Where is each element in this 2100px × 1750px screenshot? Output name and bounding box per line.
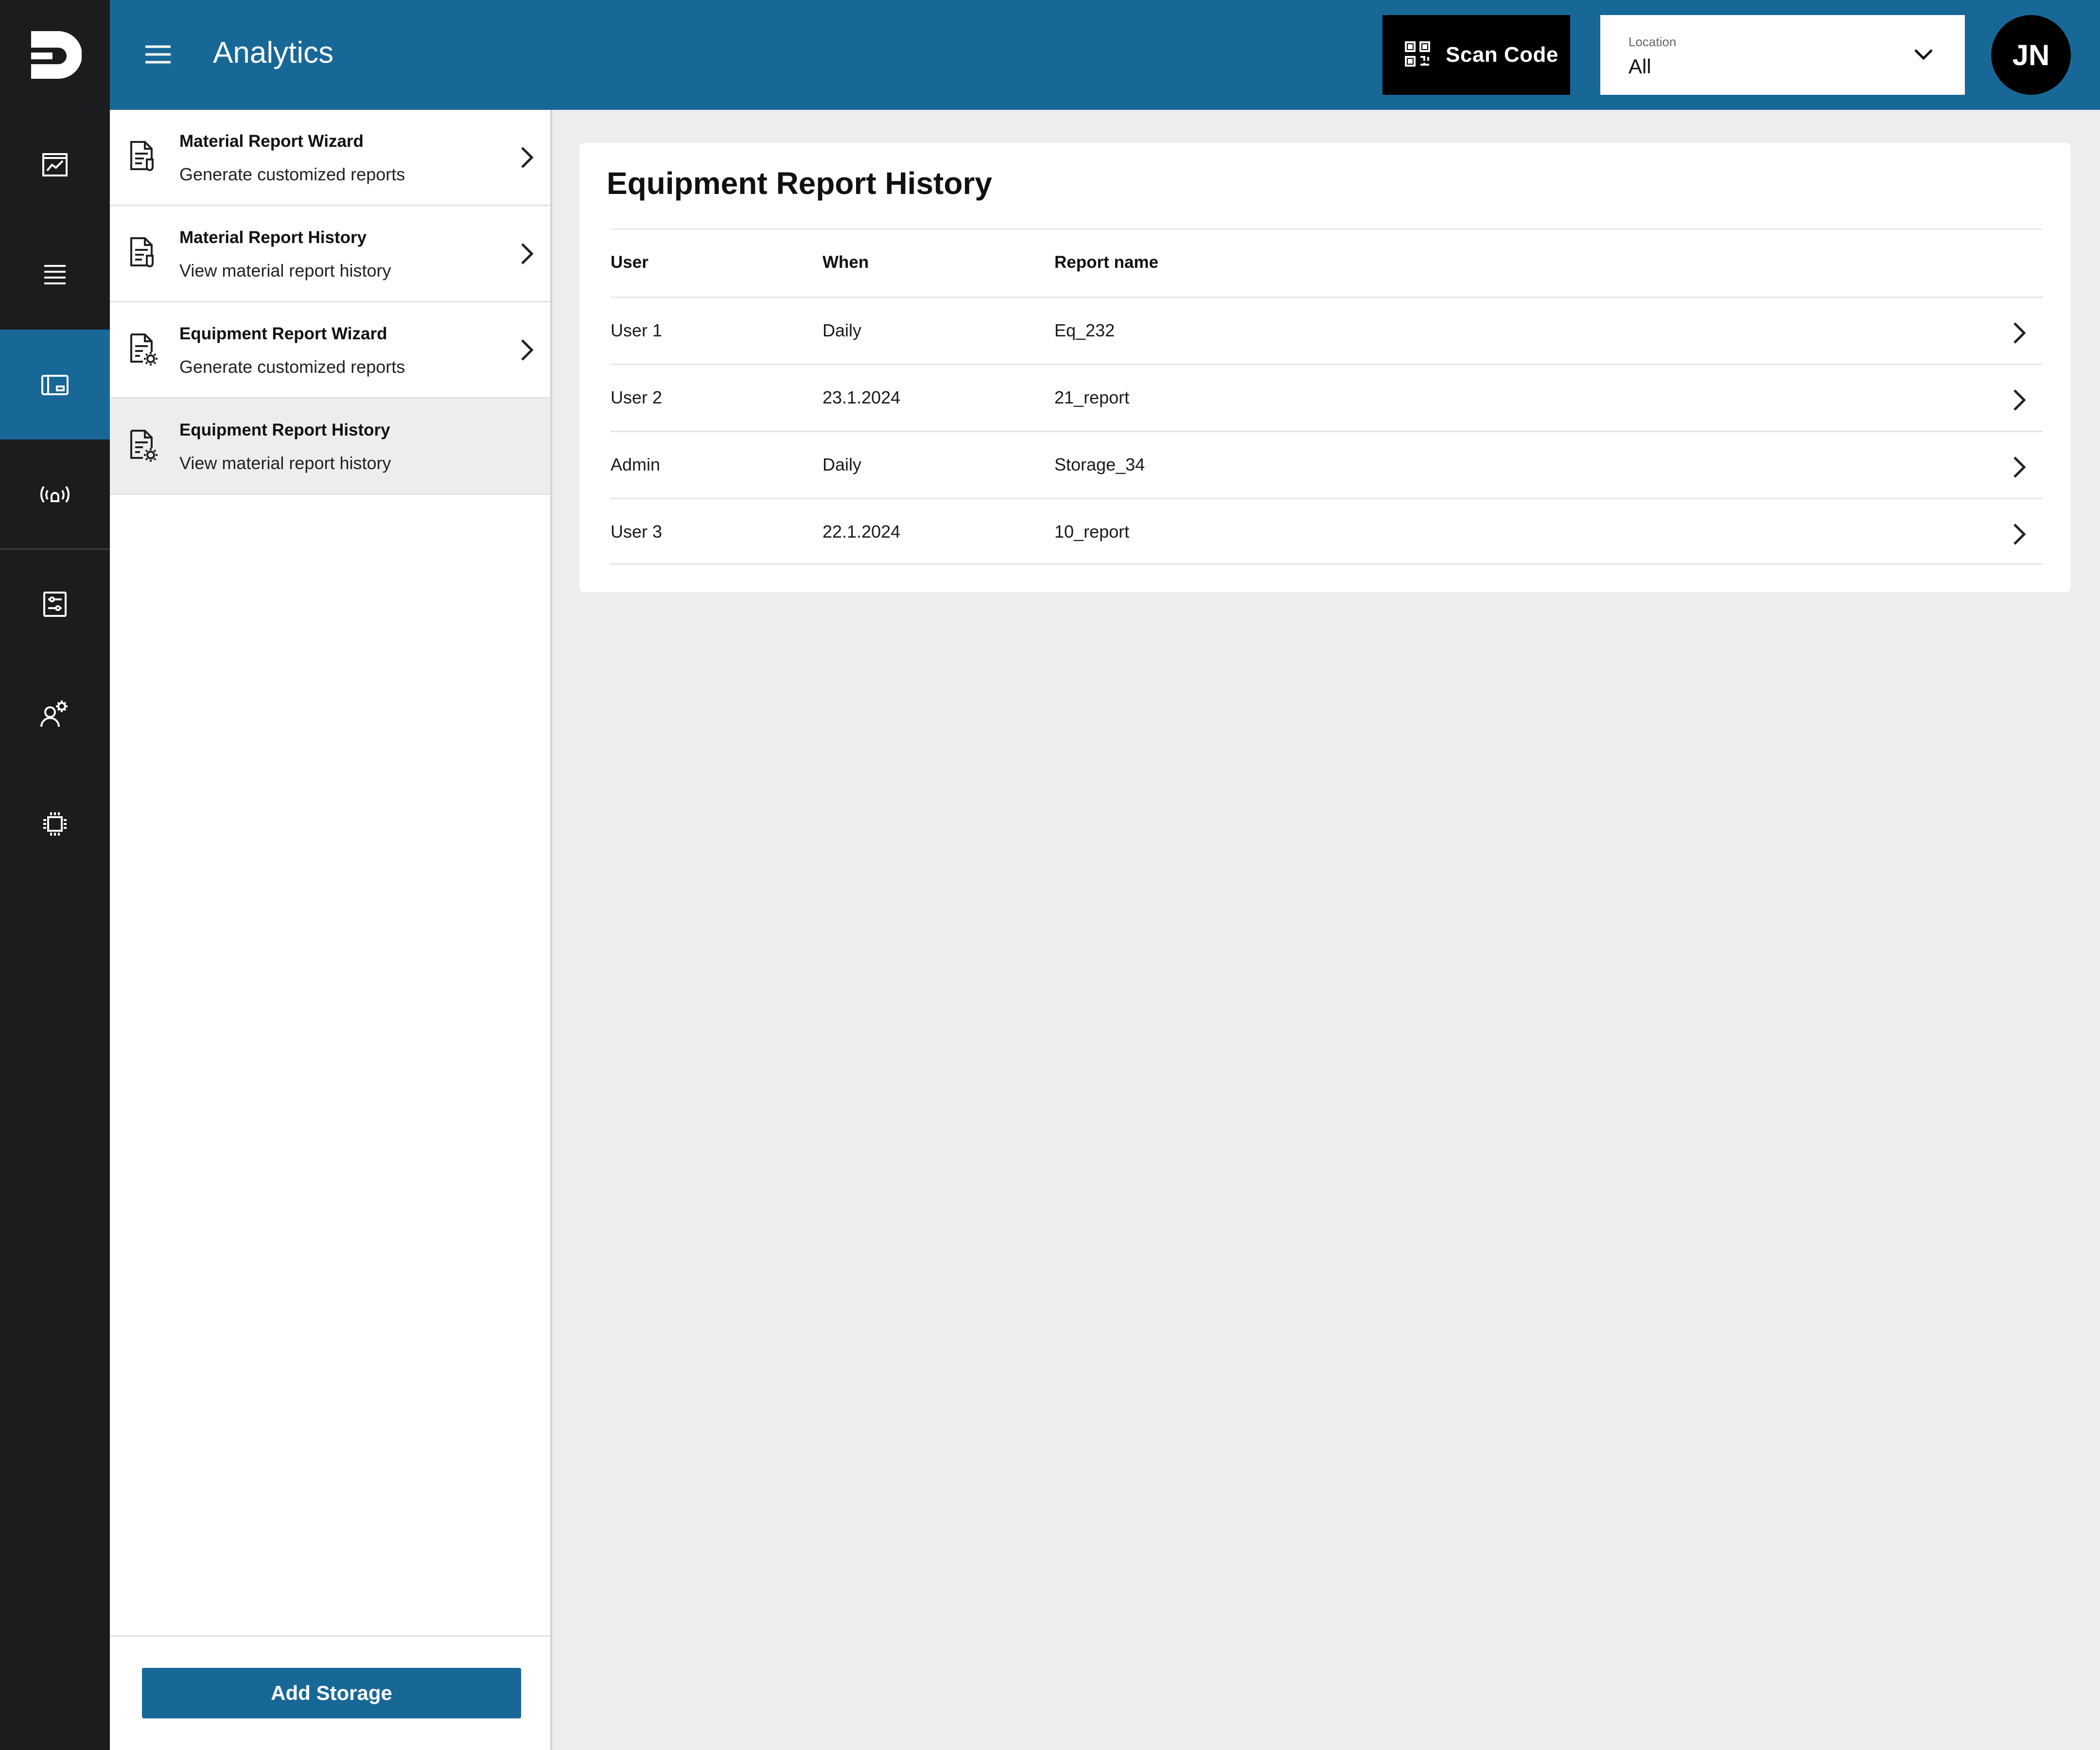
chevron-right-icon[interactable] [2010,319,2029,349]
column-header-user[interactable]: User [611,253,648,272]
title-divider [611,228,2043,230]
cell-user: User 2 [611,387,663,407]
document-icon [128,140,158,178]
cell-when: 23.1.2024 [822,387,901,407]
brand-logo[interactable] [0,0,110,110]
add-storage-button[interactable]: Add Storage [142,1668,521,1718]
nav-item-title: Equipment Report Wizard [179,324,387,343]
chevron-right-icon[interactable] [2010,386,2029,416]
rail-item-reports[interactable] [0,330,110,439]
nav-item-description: View material report history [179,453,391,473]
cell-when: 22.1.2024 [822,522,901,542]
user-avatar[interactable]: JN [1991,15,2071,95]
cell-user: User 3 [611,522,663,542]
nav-item-description: Generate customized reports [179,164,405,184]
nav-item-material-report-history[interactable]: Material Report History View material re… [110,206,550,302]
rail-item-analytics[interactable] [0,110,110,220]
location-value: All [1628,55,1651,78]
nav-item-title: Equipment Report History [179,420,390,439]
cell-report-name: 21_report [1054,387,1130,407]
menu-button[interactable] [139,36,177,74]
card-title: Equipment Report History [607,166,992,201]
document-gear-icon [128,332,160,371]
cell-user: User 1 [611,320,663,340]
sensor-icon [38,480,72,509]
table-row[interactable]: User 2 23.1.2024 21_report [611,364,2043,431]
nav-item-equipment-report-history[interactable]: Equipment Report History View material r… [110,399,550,495]
report-history-card: Equipment Report History User When Repor… [579,143,2071,592]
rail-item-devices[interactable] [0,769,110,879]
rail-item-sensors[interactable] [0,439,110,549]
chevron-right-icon[interactable] [2010,454,2029,483]
chevron-right-icon [517,336,537,366]
hamburger-icon [144,44,172,68]
rail-item-list[interactable] [0,220,110,330]
table-row[interactable]: User 1 Daily Eq_232 [611,297,2043,364]
nav-item-equipment-report-wizard[interactable]: Equipment Report Wizard Generate customi… [110,302,550,399]
report-nav-panel: Material Report Wizard Generate customiz… [110,110,552,1750]
qr-code-icon [1404,40,1431,70]
cell-report-name: Storage_34 [1054,455,1145,474]
table-row[interactable]: Admin Daily Storage_34 [611,431,2043,498]
chevron-right-icon[interactable] [2010,521,2029,550]
page-title: Analytics [213,36,334,70]
nav-item-title: Material Report History [179,228,367,247]
nav-item-title: Material Report Wizard [179,132,364,151]
table-row[interactable]: User 3 22.1.2024 10_report [611,498,2043,565]
rail-item-users[interactable] [0,659,110,769]
document-icon [128,236,158,275]
chevron-down-icon [1911,42,1936,69]
cell-report-name: Eq_232 [1054,320,1115,340]
cell-user: Admin [611,455,661,474]
column-header-when[interactable]: When [822,253,869,272]
user-settings-icon [39,699,70,730]
subnav-footer: Add Storage [110,1635,550,1750]
nav-item-description: Generate customized reports [179,357,405,377]
nav-item-description: View material report history [179,261,391,280]
column-header-report-name[interactable]: Report name [1054,253,1158,272]
nav-item-material-report-wizard[interactable]: Material Report Wizard Generate customiz… [110,110,550,206]
scan-code-label: Scan Code [1446,43,1558,67]
chart-icon [40,150,70,179]
document-gear-icon [128,429,160,467]
cell-when: Daily [822,455,862,474]
rail-item-configuration[interactable] [0,549,110,659]
cell-when: Daily [822,320,862,340]
chip-icon [40,809,70,839]
top-bar: Analytics Scan Code Location All JN [110,0,2100,110]
list-icon [40,260,70,289]
app-rail [0,0,110,1750]
settings-panel-icon [40,590,70,619]
location-select[interactable]: Location All [1600,15,1965,95]
location-label: Location [1628,35,1677,49]
cell-report-name: 10_report [1054,522,1130,542]
scan-code-button[interactable]: Scan Code [1382,15,1570,95]
dashboard-icon [40,370,70,399]
chevron-right-icon [517,240,537,270]
chevron-right-icon [517,144,537,174]
